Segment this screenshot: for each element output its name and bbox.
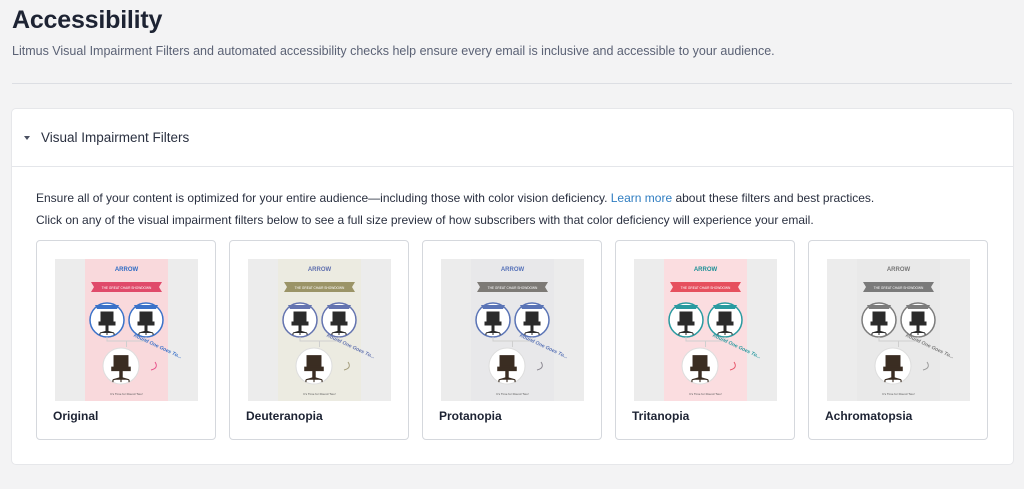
divider [12,83,1012,84]
filter-card-deuteranopia[interactable]: ARROW THE GREAT CHAIR SHOWDOWN Round One G… [229,240,409,440]
email-preview-thumbnail: ARROW THE GREAT CHAIR SHOWDOWN Round One G… [634,259,777,401]
intro-text: Ensure all of your content is optimized … [36,191,1013,205]
instruction-text: Click on any of the visual impairment fi… [36,213,814,227]
filter-label: Protanopia [439,409,502,423]
footer-text: It's Time for Round Two! [110,392,142,396]
banner-text: THE GREAT CHAIR SHOWDOWN [681,286,731,290]
chair-right [707,302,743,338]
chair-winner [102,347,140,385]
brand-logo: ARROW [694,267,718,273]
footer-text: It's Time for Round Two! [882,392,914,396]
chair-left [475,302,511,338]
footer-text: It's Time for Round Two! [689,392,721,396]
page-title: Accessibility [12,6,163,34]
filter-card-achromatopsia[interactable]: ARROW THE GREAT CHAIR SHOWDOWN Round One G… [808,240,988,440]
banner-text: THE GREAT CHAIR SHOWDOWN [874,286,924,290]
email-preview-image: ARROWTHE GREAT CHAIR SHOWDOWNRound One G… [471,259,569,401]
brand-logo: ARROW [115,267,139,273]
email-preview-thumbnail: ARROW THE GREAT CHAIR SHOWDOWN Round One G… [827,259,970,401]
chair-winner [874,347,912,385]
email-preview-thumbnail: ARROW THE GREAT CHAIR SHOWDOWN Round One G… [441,259,584,401]
filter-cards: ARROW THE GREAT CHAIR SHOWDOWN Round One G… [36,240,988,440]
learn-more-link[interactable]: Learn more [611,191,672,205]
email-preview-image: ARROWTHE GREAT CHAIR SHOWDOWNRound One G… [278,259,376,401]
email-preview-thumbnail: ARROW THE GREAT CHAIR SHOWDOWN Round One G… [248,259,391,401]
chair-right [321,302,357,338]
caret-down-icon[interactable] [24,135,30,140]
chair-right [900,302,936,338]
email-preview-image: ARROWTHE GREAT CHAIR SHOWDOWNRound One G… [857,259,955,401]
banner-text: THE GREAT CHAIR SHOWDOWN [488,286,538,290]
filter-card-original[interactable]: ARROW THE GREAT CHAIR SHOWDOWN Round One G… [36,240,216,440]
chair-left [89,302,125,338]
filter-label: Deuteranopia [246,409,323,423]
visual-impairment-panel: Visual Impairment Filters Ensure all of … [12,109,1013,464]
section-title: Visual Impairment Filters [41,130,190,145]
chair-left [282,302,318,338]
brand-logo: ARROW [308,267,332,273]
section-toggle[interactable]: Visual Impairment Filters [12,109,1013,167]
intro-text-after: about these filters and best practices. [672,191,875,205]
chair-left [668,302,704,338]
banner-text: THE GREAT CHAIR SHOWDOWN [102,286,152,290]
brand-logo: ARROW [887,267,911,273]
brand-logo: ARROW [501,267,525,273]
filter-label: Tritanopia [632,409,690,423]
email-preview-image: ARROWTHE GREAT CHAIR SHOWDOWNRound One G… [85,259,183,401]
filter-label: Original [53,409,99,423]
chair-left [861,302,897,338]
intro-text-before: Ensure all of your content is optimized … [36,191,611,205]
filter-card-protanopia[interactable]: ARROW THE GREAT CHAIR SHOWDOWN Round One G… [422,240,602,440]
chair-right [514,302,550,338]
banner-text: THE GREAT CHAIR SHOWDOWN [295,286,345,290]
page-subtitle: Litmus Visual Impairment Filters and aut… [12,44,775,58]
chair-winner [488,347,526,385]
filter-card-tritanopia[interactable]: ARROW THE GREAT CHAIR SHOWDOWN Round One G… [615,240,795,440]
footer-text: It's Time for Round Two! [303,392,335,396]
email-preview-thumbnail: ARROW THE GREAT CHAIR SHOWDOWN Round One G… [55,259,198,401]
chair-winner [681,347,719,385]
filter-label: Achromatopsia [825,409,913,423]
chair-winner [295,347,333,385]
chair-right [128,302,164,338]
footer-text: It's Time for Round Two! [496,392,528,396]
email-preview-image: ARROWTHE GREAT CHAIR SHOWDOWNRound One G… [664,259,762,401]
